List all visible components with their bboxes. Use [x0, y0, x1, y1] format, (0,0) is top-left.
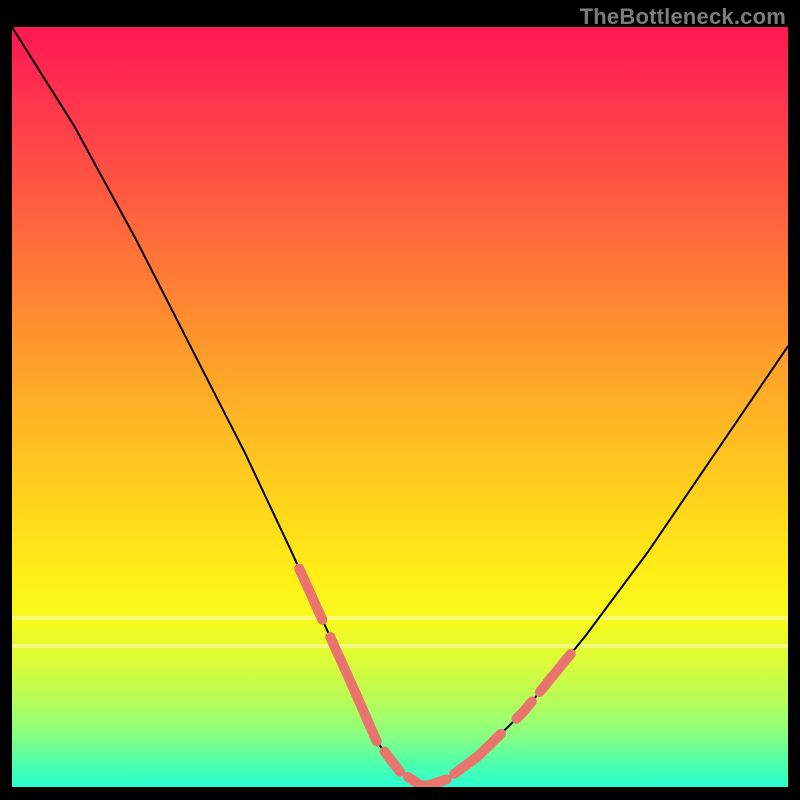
chart-frame: TheBottleneck.com — [0, 0, 800, 800]
curve-svg — [12, 27, 788, 787]
highlight-segment-1 — [330, 637, 377, 742]
highlight-segment-6 — [540, 654, 571, 692]
plot-area — [12, 27, 788, 787]
highlight-segment-0 — [299, 569, 322, 620]
highlight-segment-3 — [408, 777, 447, 786]
highlight-segment-4 — [454, 734, 501, 774]
highlight-segment-2 — [385, 752, 401, 772]
bottleneck-curve — [12, 27, 788, 787]
highlight-segment-5 — [516, 702, 532, 719]
